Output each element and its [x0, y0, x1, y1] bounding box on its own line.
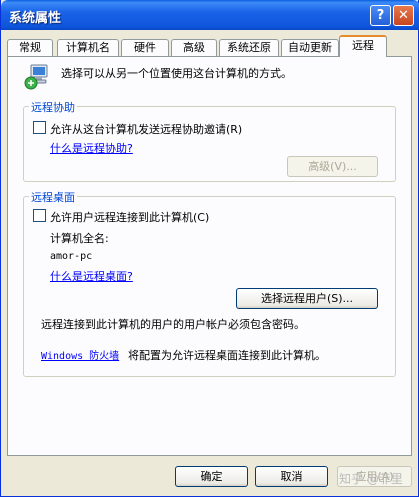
title-bar[interactable]: 系统属性 ? ✕ [1, 0, 419, 30]
remote-assistance-label: 远程协助 [29, 99, 77, 115]
advanced-button[interactable]: 高级(V)... [287, 156, 378, 177]
watermark: 知乎 @菲里 [339, 472, 403, 486]
remote-desktop-checkbox-label[interactable]: 允许用户远程连接到此计算机(C) [50, 209, 209, 225]
tab-hardware[interactable]: 硬件 [121, 39, 169, 57]
tab-computer-name[interactable]: 计算机名 [57, 39, 119, 57]
windows-firewall-link[interactable]: Windows 防火墙 [41, 347, 119, 362]
firewall-note: 将配置为允许远程桌面连接到此计算机。 [128, 349, 326, 362]
remote-desktop-checkbox[interactable] [33, 209, 46, 222]
close-button[interactable]: ✕ [393, 5, 414, 26]
remote-desktop-label: 远程桌面 [29, 189, 77, 205]
ok-button[interactable]: 确定 [175, 466, 248, 487]
select-remote-users-button[interactable]: 选择远程用户(S)... [236, 288, 378, 309]
help-button[interactable]: ? [370, 5, 391, 26]
tab-system-restore[interactable]: 系统还原 [219, 39, 279, 57]
remote-assistance-checkbox[interactable] [33, 121, 46, 134]
tab-general[interactable]: 常规 [7, 39, 53, 57]
window-title: 系统属性 [9, 11, 62, 26]
intro-text: 选择可以从另一个位置使用这台计算机的方式。 [61, 67, 292, 80]
computer-icon [24, 64, 48, 90]
system-properties-window: 系统属性 ? ✕ 常规 计算机名 硬件 高级 系统还原 自动更新 远程 选择可以… [0, 0, 419, 497]
cancel-button[interactable]: 取消 [255, 466, 328, 487]
remote-desktop-help-link[interactable]: 什么是远程桌面? [50, 268, 133, 284]
tab-automatic-updates[interactable]: 自动更新 [281, 39, 339, 57]
remote-assistance-help-link[interactable]: 什么是远程协助? [50, 140, 133, 156]
tab-advanced[interactable]: 高级 [171, 39, 217, 57]
full-computer-name-label: 计算机全名: [50, 232, 109, 245]
tab-remote[interactable]: 远程 [339, 35, 387, 57]
password-requirement-note: 远程连接到此计算机的用户的用户帐户必须包含密码。 [41, 318, 305, 331]
computer-name-value: amor-pc [50, 251, 93, 262]
remote-assistance-checkbox-label[interactable]: 允许从这台计算机发送远程协助邀请(R) [50, 121, 242, 137]
